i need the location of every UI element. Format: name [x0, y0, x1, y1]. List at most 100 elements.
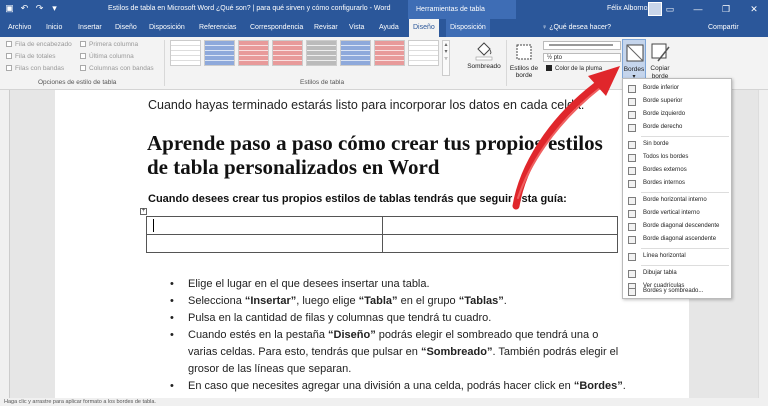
first-column-option[interactable]: Primera columna: [80, 41, 138, 48]
tab-inicio[interactable]: Inicio: [42, 19, 66, 37]
vertical-scrollbar[interactable]: [758, 90, 768, 398]
line-weight-select[interactable]: ½ pto: [543, 53, 621, 62]
share-button[interactable]: Compartir: [708, 19, 739, 37]
save-icon[interactable]: ▣: [4, 3, 15, 14]
menu-item-diagonal-up[interactable]: Borde diagonal ascendente: [623, 233, 731, 246]
table-cell[interactable]: [146, 234, 383, 253]
document-table[interactable]: [146, 216, 618, 253]
customize-qat-icon[interactable]: ▾: [49, 3, 60, 14]
table-cell[interactable]: [146, 216, 383, 235]
title-bar: ▣ ↶ ↷ ▾ Estilos de tabla en Microsoft Wo…: [0, 0, 768, 19]
ribbon-tabs: Archivo Inicio Insertar Diseño Disposici…: [0, 19, 768, 37]
menu-item-bottom-border[interactable]: Borde inferior: [623, 82, 731, 95]
undo-icon[interactable]: ↶: [19, 3, 30, 14]
menu-item-all-borders[interactable]: Todos los bordes: [623, 151, 731, 164]
shading-button[interactable]: Sombreado: [464, 39, 504, 70]
menu-item-inside-borders[interactable]: Bordes internos: [623, 177, 731, 190]
close-button[interactable]: ✕: [740, 0, 768, 19]
tab-disposicion[interactable]: Disposición: [145, 19, 189, 37]
checkbox-icon[interactable]: [6, 53, 12, 59]
table-style-thumbnail[interactable]: [374, 40, 405, 66]
banded-rows-option[interactable]: Filas con bandas: [6, 65, 64, 72]
tab-diseno[interactable]: Diseño: [111, 19, 141, 37]
tab-archivo[interactable]: Archivo: [4, 19, 35, 37]
tell-me-search[interactable]: ♀ ¿Qué desea hacer?: [542, 19, 611, 37]
menu-item-draw-table[interactable]: Dibujar tabla: [623, 267, 731, 280]
checkbox-icon[interactable]: [6, 65, 12, 71]
table-cell[interactable]: [381, 234, 618, 253]
border-painter-icon: [651, 43, 670, 62]
menu-item-diagonal-down[interactable]: Borde diagonal descendente: [623, 220, 731, 233]
menu-item-left-border[interactable]: Borde izquierdo: [623, 108, 731, 121]
tab-correspondencia[interactable]: Correspondencia: [246, 19, 307, 37]
tab-revisar[interactable]: Revisar: [310, 19, 342, 37]
draw-table-icon: [628, 270, 636, 278]
menu-separator: [641, 136, 729, 137]
menu-item-outside-borders[interactable]: Bordes externos: [623, 164, 731, 177]
ribbon-display-icon[interactable]: ▭: [656, 0, 684, 19]
tab-ayuda[interactable]: Ayuda: [375, 19, 403, 37]
menu-item-borders-and-shading[interactable]: Bordes y sombreado...: [623, 285, 731, 298]
no-border-icon: [628, 141, 636, 149]
gallery-scroll[interactable]: ▴ ▾ ▿: [442, 40, 450, 76]
table-style-options-group-label: Opciones de estilo de tabla: [38, 79, 117, 86]
menu-item-horizontal-line[interactable]: Línea horizontal: [623, 250, 731, 263]
table-style-thumbnail[interactable]: [408, 40, 439, 66]
inside-vertical-icon: [628, 210, 636, 218]
text-cursor: [153, 219, 154, 232]
menu-item-no-border[interactable]: Sin borde: [623, 138, 731, 151]
checkbox-icon[interactable]: [80, 65, 86, 71]
banded-columns-option[interactable]: Columnas con bandas: [80, 65, 154, 72]
menu-item-top-border[interactable]: Borde superior: [623, 95, 731, 108]
table-style-thumbnail[interactable]: [340, 40, 371, 66]
total-row-option[interactable]: Fila de totales: [6, 53, 55, 60]
document-title: Estilos de tabla en Microsoft Word ¿Qué …: [108, 5, 391, 12]
table-cell[interactable]: [381, 216, 618, 235]
inside-horizontal-icon: [628, 197, 636, 205]
table-style-thumbnail[interactable]: [272, 40, 303, 66]
checkbox-icon[interactable]: [80, 53, 86, 59]
list-item: Cuando estés en la pestaña “Diseño” podr…: [170, 327, 630, 378]
intro-paragraph: Cuando hayas terminado estarás listo par…: [148, 98, 585, 112]
redo-icon[interactable]: ↷: [34, 3, 45, 14]
checkbox-icon[interactable]: [80, 41, 86, 47]
user-name[interactable]: Félix Albornoz: [607, 5, 651, 12]
table-style-thumbnail[interactable]: [306, 40, 337, 66]
border-bottom-icon: [628, 85, 636, 93]
border-styles-button[interactable]: Estilos de borde: [508, 41, 540, 79]
diagonal-up-icon: [628, 236, 636, 244]
pen-color-button[interactable]: Color de la pluma: [543, 65, 621, 74]
table-style-thumbnail[interactable]: [170, 40, 201, 66]
tab-referencias[interactable]: Referencias: [195, 19, 240, 37]
quick-access-toolbar: ▣ ↶ ↷ ▾: [4, 3, 60, 14]
window-controls: ▭ — ❐ ✕: [656, 0, 768, 19]
table-style-thumbnail[interactable]: [238, 40, 269, 66]
tab-table-design[interactable]: Diseño: [409, 19, 439, 37]
all-borders-icon: [628, 154, 636, 162]
header-row-option[interactable]: Fila de encabezado: [6, 41, 72, 48]
minimize-button[interactable]: —: [684, 0, 712, 19]
tab-table-layout[interactable]: Disposición: [446, 19, 490, 37]
tab-vista[interactable]: Vista: [345, 19, 368, 37]
table-style-thumbnail[interactable]: [204, 40, 235, 66]
line-style-select[interactable]: [543, 41, 621, 50]
checkbox-icon[interactable]: [6, 41, 12, 47]
borders-dropdown-menu: Borde inferior Borde superior Borde izqu…: [622, 78, 732, 299]
page-heading: Aprende paso a paso cómo crear tus propi…: [147, 131, 603, 179]
status-bar: Haga clic y arrastre para aplicar format…: [0, 398, 768, 406]
last-column-option[interactable]: Última columna: [80, 53, 134, 60]
tab-insertar[interactable]: Insertar: [74, 19, 106, 37]
list-item: Pulsa en la cantidad de filas y columnas…: [170, 310, 630, 327]
table-move-handle-icon[interactable]: +: [140, 208, 147, 215]
menu-separator: [641, 248, 729, 249]
restore-button[interactable]: ❐: [712, 0, 740, 19]
list-item: Selecciona “Insertar”, luego elige “Tabl…: [170, 293, 630, 310]
group-separator: [164, 40, 165, 86]
border-styles-icon: [516, 44, 532, 60]
menu-item-right-border[interactable]: Borde derecho: [623, 121, 731, 134]
borders-icon: [626, 44, 644, 62]
table-styles-gallery[interactable]: ▴ ▾ ▿: [170, 40, 460, 76]
menu-item-inside-vertical[interactable]: Borde vertical interno: [623, 207, 731, 220]
menu-item-inside-horizontal[interactable]: Borde horizontal interno: [623, 194, 731, 207]
table-styles-group-label: Estilos de tabla: [300, 79, 345, 86]
